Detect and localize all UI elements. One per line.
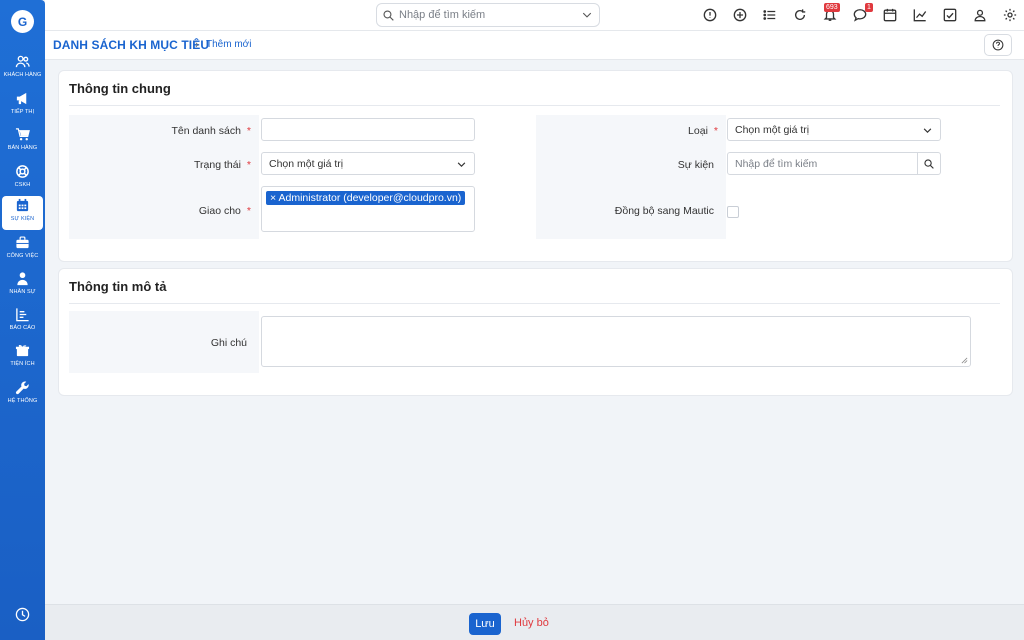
assign-label: Giao cho * — [79, 205, 251, 217]
type-select[interactable]: Chọn một giá trị — [727, 118, 941, 141]
status-select[interactable]: Chọn một giá trị — [261, 152, 475, 175]
add-icon[interactable] — [733, 8, 747, 22]
user-icon[interactable] — [973, 8, 987, 22]
required-marker: * — [246, 205, 251, 217]
assignee-tag: × Administrator (developer@cloudpro.vn) — [266, 191, 466, 205]
sidebar-item-label: CÔNG VIỆC — [6, 253, 39, 259]
sidebar: G KHÁCH HÀNG TIẾP THỊ BÁN HÀNG CSKH SỰ K… — [0, 0, 45, 640]
notification-badge: 693 — [824, 3, 840, 12]
sidebar-item-label: NHÂN SỰ — [9, 289, 36, 295]
save-button[interactable]: Lưu — [469, 613, 501, 635]
breadcrumb-module-link[interactable]: DANH SÁCH KH MỤC TIÊU — [53, 38, 209, 52]
sidebar-item-label: BÁN HÀNG — [7, 145, 38, 151]
sync-label: Đồng bộ sang Mautic — [614, 205, 714, 217]
sidebar-item-label: SỰ KIỆN — [10, 216, 35, 222]
name-label-text: Tên danh sách — [171, 125, 241, 137]
search-icon — [383, 9, 394, 21]
required-marker: * — [246, 125, 251, 137]
resize-handle-icon[interactable] — [961, 357, 968, 364]
section-title-general: Thông tin chung — [69, 81, 171, 96]
sidebar-item-utilities[interactable]: TIỆN ÍCH — [2, 341, 43, 375]
list-icon[interactable] — [763, 8, 777, 22]
type-select-value: Chọn một giá trị — [735, 124, 810, 136]
type-label-text: Loại — [688, 125, 708, 137]
briefcase-icon — [16, 236, 29, 249]
topbar: Nhập để tìm kiếm 693 1 — [45, 0, 1024, 31]
chevron-down-icon — [923, 128, 932, 133]
note-label: Ghi chú — [210, 337, 247, 349]
task-check-icon[interactable] — [943, 8, 957, 22]
section-divider — [69, 303, 1000, 304]
status-select-value: Chọn một giá trị — [269, 158, 344, 170]
form-footer: Lưu Hủy bỏ — [45, 604, 1024, 640]
calendar-icon — [16, 198, 29, 212]
name-label: Tên danh sách * — [79, 125, 251, 137]
breadcrumb-separator: › — [195, 39, 199, 51]
section-divider — [69, 105, 1000, 106]
sidebar-item-tasks[interactable]: CÔNG VIỆC — [2, 233, 43, 267]
chart-icon[interactable] — [913, 8, 927, 22]
assign-to-multiselect[interactable]: × Administrator (developer@cloudpro.vn) — [261, 186, 475, 232]
message-badge: 1 — [865, 3, 873, 12]
search-icon — [924, 158, 934, 169]
cart-icon — [15, 128, 30, 141]
sidebar-item-reports[interactable]: BÁO CÁO — [2, 305, 43, 339]
users-icon — [15, 55, 30, 68]
app-logo[interactable]: G — [11, 10, 34, 33]
alert-icon[interactable] — [703, 8, 717, 22]
search-placeholder: Nhập để tìm kiếm — [399, 9, 486, 21]
sidebar-item-label: TIẾP THỊ — [10, 109, 35, 115]
wrench-icon — [15, 381, 29, 395]
remove-tag-icon[interactable]: × — [270, 192, 276, 204]
required-marker: * — [713, 125, 718, 137]
sidebar-item-support[interactable]: CSKH — [2, 162, 43, 196]
list-name-input[interactable] — [261, 118, 475, 141]
person-icon — [17, 272, 28, 286]
calendar-icon[interactable] — [883, 8, 897, 22]
sidebar-item-hr[interactable]: NHÂN SỰ — [2, 269, 43, 303]
megaphone-icon — [16, 92, 27, 105]
section-title-description: Thông tin mô tả — [69, 279, 167, 294]
cancel-button[interactable]: Hủy bỏ — [514, 617, 549, 629]
assign-label-text: Giao cho — [198, 205, 241, 217]
required-marker: * — [246, 159, 251, 171]
status-label-text: Trạng thái — [194, 159, 241, 171]
status-label: Trạng thái * — [79, 159, 251, 171]
general-info-panel: Thông tin chung Tên danh sách * Trạng thá… — [58, 70, 1013, 262]
sidebar-item-events[interactable]: SỰ KIỆN — [2, 196, 43, 230]
lifebuoy-icon — [16, 165, 29, 178]
sidebar-item-label: TIỆN ÍCH — [10, 361, 35, 367]
assignee-tag-label: Administrator (developer@cloudpro.vn) — [278, 192, 462, 204]
sidebar-item-customers[interactable]: KHÁCH HÀNG — [2, 52, 43, 86]
sidebar-item-label: BÁO CÁO — [9, 325, 36, 331]
sidebar-item-marketing[interactable]: TIẾP THỊ — [2, 89, 43, 123]
event-label: Sự kiện — [677, 159, 714, 171]
refresh-icon[interactable] — [793, 8, 807, 22]
chevron-down-icon[interactable] — [582, 10, 592, 20]
report-icon — [16, 308, 29, 322]
global-search-input[interactable]: Nhập để tìm kiếm — [376, 3, 600, 27]
sync-mautic-checkbox[interactable] — [727, 206, 739, 218]
event-search-button[interactable] — [917, 153, 940, 174]
event-search-input[interactable]: Nhập để tìm kiếm — [727, 152, 941, 175]
help-button[interactable] — [984, 34, 1012, 56]
box-icon — [15, 344, 30, 357]
event-search-placeholder: Nhập để tìm kiếm — [735, 158, 818, 170]
sidebar-item-system[interactable]: HỆ THỐNG — [2, 378, 43, 412]
settings-gear-icon[interactable] — [1003, 8, 1017, 22]
type-label: Loại * — [546, 125, 718, 137]
note-textarea[interactable] — [261, 316, 971, 367]
chevron-down-icon — [457, 162, 466, 167]
sidebar-item-label: KHÁCH HÀNG — [3, 72, 42, 78]
breadcrumb: DANH SÁCH KH MỤC TIÊU › Thêm mới — [45, 31, 1024, 60]
breadcrumb-current: Thêm mới — [206, 39, 252, 50]
clock-icon[interactable] — [15, 607, 30, 622]
sidebar-item-label: HỆ THỐNG — [7, 398, 38, 404]
sidebar-item-label: CSKH — [14, 182, 31, 188]
help-icon — [992, 39, 1004, 51]
description-panel: Thông tin mô tả Ghi chú — [58, 268, 1013, 396]
sidebar-item-sales[interactable]: BÁN HÀNG — [2, 125, 43, 159]
